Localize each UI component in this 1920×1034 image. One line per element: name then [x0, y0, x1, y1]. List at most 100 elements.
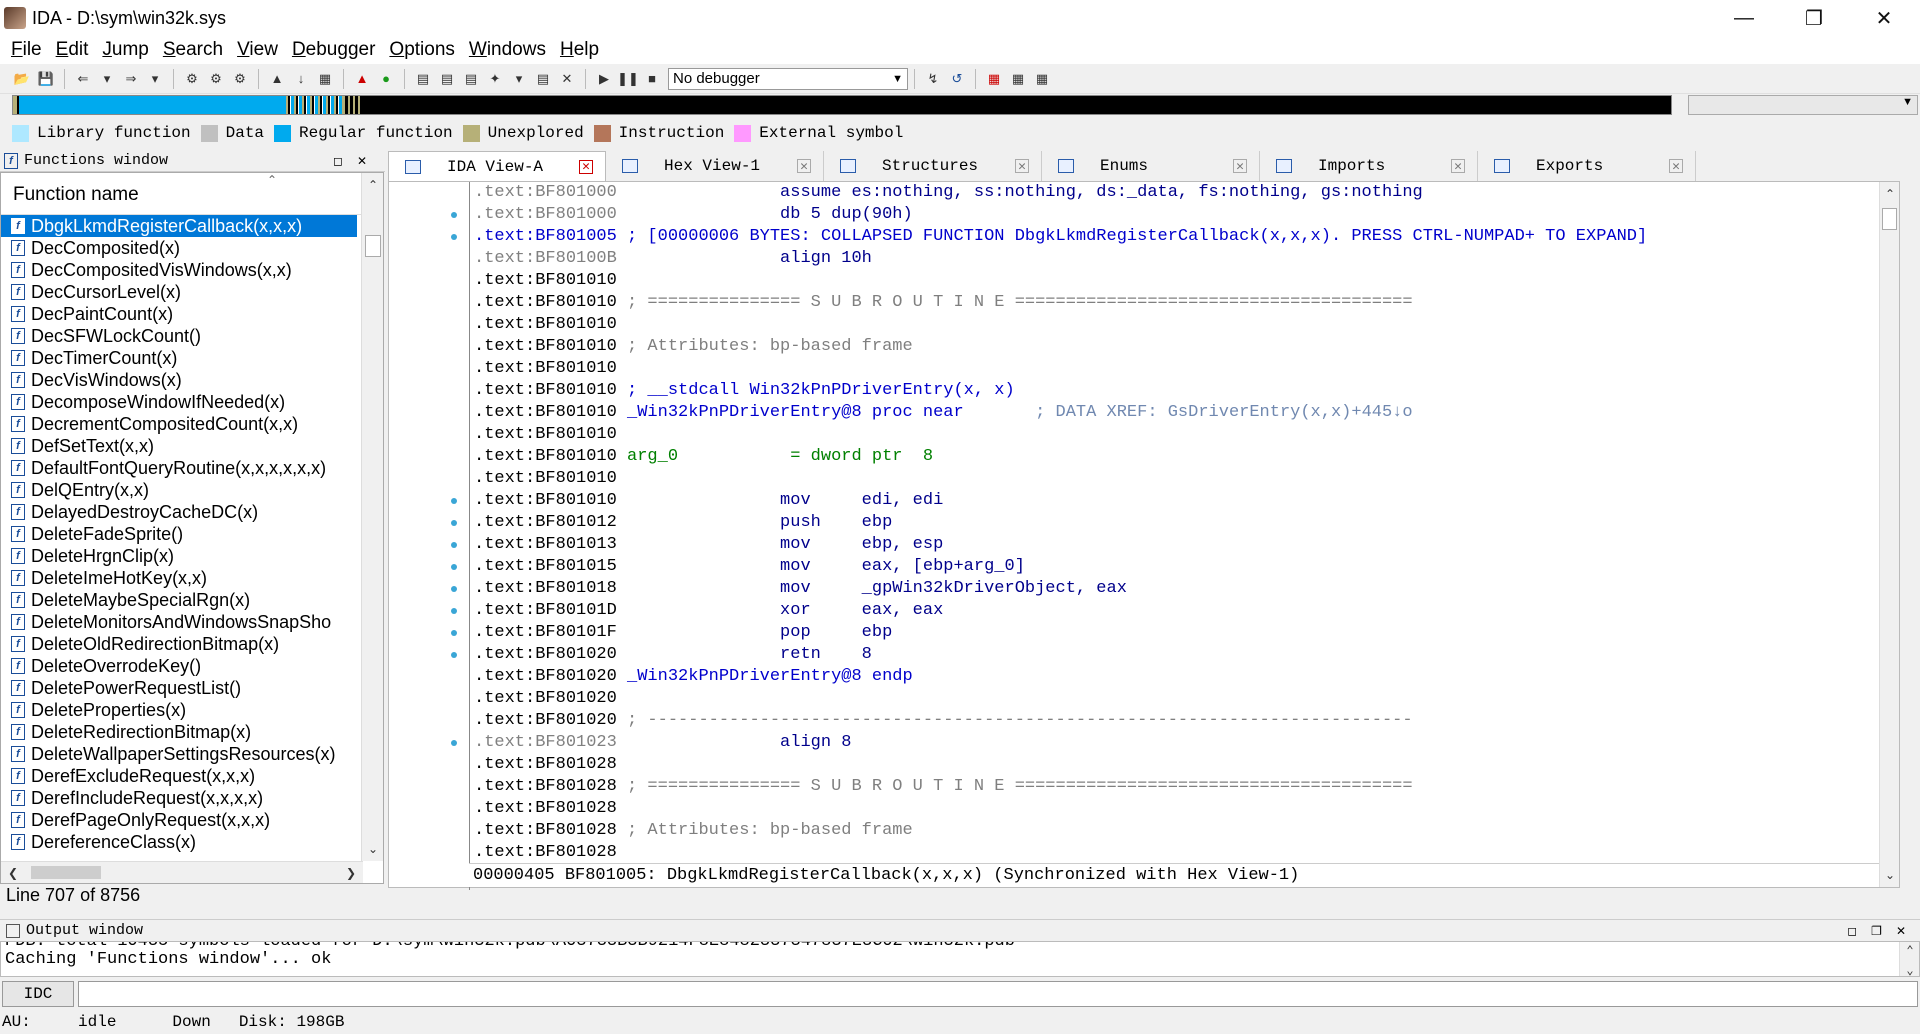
- nav-band-dropdown[interactable]: ▼: [1688, 95, 1918, 115]
- scrollbar-thumb[interactable]: [31, 866, 101, 879]
- disasm-line[interactable]: .text:BF801010: [470, 424, 1869, 446]
- tab-hex-view-1[interactable]: Hex View-1 ✕: [606, 151, 824, 181]
- function-name-column-header[interactable]: Function name ⌃: [1, 173, 383, 215]
- disasm-line[interactable]: .text:BF801012 push ebp: [470, 512, 1869, 534]
- search-immediate-icon[interactable]: ⚙: [231, 70, 249, 88]
- play-icon[interactable]: ▶: [595, 70, 613, 88]
- disasm-line[interactable]: .text:BF801000 assume es:nothing, ss:not…: [470, 182, 1869, 204]
- idc-language-button[interactable]: IDC: [2, 981, 74, 1007]
- tab-exports[interactable]: Exports ✕: [1478, 151, 1696, 181]
- disasm-line[interactable]: .text:BF801010 mov edi, edi: [470, 490, 1869, 512]
- disasm-line[interactable]: .text:BF801010 _Win32kPnPDriverEntry@8 p…: [470, 402, 1869, 424]
- function-row[interactable]: f DerefIncludeRequest(x,x,x,x): [1, 787, 357, 809]
- function-row[interactable]: f DeleteImeHotKey(x,x): [1, 567, 357, 589]
- function-row-selected[interactable]: f DbgkLkmdRegisterCallback(x,x,x): [1, 215, 357, 237]
- disasm-line[interactable]: .text:BF801010 ; __stdcall Win32kPnPDriv…: [470, 380, 1869, 402]
- disasm-line[interactable]: .text:BF801010 ; =============== S U B R…: [470, 292, 1869, 314]
- restore-button[interactable]: ❐: [1784, 0, 1844, 36]
- code-icon[interactable]: ▤: [414, 70, 432, 88]
- disasm-line[interactable]: .text:BF801010 ; Attributes: bp-based fr…: [470, 336, 1869, 358]
- close-window-button[interactable]: ✕: [1854, 0, 1914, 36]
- disasm-line[interactable]: .text:BF801010: [470, 270, 1869, 292]
- search-text-icon[interactable]: ⚙: [207, 70, 225, 88]
- scrollbar-thumb[interactable]: [365, 235, 381, 257]
- function-row[interactable]: f DecVisWindows(x): [1, 369, 357, 391]
- menu-view[interactable]: View: [230, 39, 285, 61]
- debugger-select[interactable]: No debugger ▼: [668, 67, 908, 90]
- array-icon[interactable]: ✦: [486, 70, 504, 88]
- stop-icon[interactable]: ■: [643, 70, 661, 88]
- disasm-line[interactable]: .text:BF801010: [470, 314, 1869, 336]
- function-row[interactable]: f DecrementCompositedCount(x,x): [1, 413, 357, 435]
- disasm-line[interactable]: .text:BF801020 ; -----------------------…: [470, 710, 1869, 732]
- disasm-line[interactable]: .text:BF801015 mov eax, [ebp+arg_0]: [470, 556, 1869, 578]
- function-row[interactable]: f DecComposited(x): [1, 237, 357, 259]
- close-tab-icon[interactable]: ✕: [797, 159, 811, 174]
- disasm-line[interactable]: .text:BF80100B align 10h: [470, 248, 1869, 270]
- undefine-icon[interactable]: ▤: [534, 70, 552, 88]
- close-tab-icon[interactable]: ✕: [1233, 159, 1247, 174]
- disasm-line[interactable]: .text:BF801023 align 8: [470, 732, 1869, 754]
- trace-icon[interactable]: ▦: [1033, 70, 1051, 88]
- function-row[interactable]: f DeleteHrgnClip(x): [1, 545, 357, 567]
- function-row[interactable]: f DefaultFontQueryRoutine(x,x,x,x,x,x): [1, 457, 357, 479]
- function-row[interactable]: f DereferenceClass(x): [1, 831, 357, 853]
- close-pane-icon[interactable]: ✕: [1896, 924, 1906, 938]
- tab-structures[interactable]: Structures ✕: [824, 151, 1042, 181]
- function-row[interactable]: f DerefExcludeRequest(x,x,x): [1, 765, 357, 787]
- function-row[interactable]: f DeleteMaybeSpecialRgn(x): [1, 589, 357, 611]
- function-row[interactable]: f DecCursorLevel(x): [1, 281, 357, 303]
- functions-vertical-scrollbar[interactable]: ⌃ ⌄: [361, 173, 383, 861]
- disasm-line[interactable]: .text:BF801018 mov _gpWin32kDriverObject…: [470, 578, 1869, 600]
- chevron-down-icon[interactable]: ▾: [98, 70, 116, 88]
- menu-windows[interactable]: Windows: [462, 39, 553, 61]
- function-row[interactable]: f DecomposeWindowIfNeeded(x): [1, 391, 357, 413]
- function-row[interactable]: f DerefPageOnlyRequest(x,x,x): [1, 809, 357, 831]
- menu-file[interactable]: File: [4, 39, 49, 61]
- data-icon[interactable]: ▤: [438, 70, 456, 88]
- menu-options[interactable]: Options: [382, 39, 461, 61]
- disasm-line[interactable]: .text:BF801028: [470, 798, 1869, 820]
- function-row[interactable]: f DelayedDestroyCacheDC(x): [1, 501, 357, 523]
- float-pane-icon[interactable]: ◻: [1847, 924, 1857, 938]
- disasm-line[interactable]: .text:BF80101F pop ebp: [470, 622, 1869, 644]
- function-row[interactable]: f DeleteOverrodeKey(): [1, 655, 357, 677]
- tab-enums[interactable]: Enums ✕: [1042, 151, 1260, 181]
- function-row[interactable]: f DecCompositedVisWindows(x,x): [1, 259, 357, 281]
- functions-horizontal-scrollbar[interactable]: ❮ ❯: [1, 861, 363, 883]
- function-row[interactable]: f DecTimerCount(x): [1, 347, 357, 369]
- step-over-icon[interactable]: ↺: [948, 70, 966, 88]
- close-pane-icon[interactable]: ✕: [357, 154, 367, 168]
- ida-view-a[interactable]: .text:BF801000 assume es:nothing, ss:not…: [388, 181, 1900, 890]
- disasm-line[interactable]: .text:BF801010 arg_0 = dword ptr 8: [470, 446, 1869, 468]
- scroll-down-icon[interactable]: ⌄: [363, 839, 383, 859]
- disasm-line[interactable]: .text:BF801010: [470, 358, 1869, 380]
- forward-arrow-icon[interactable]: ⇒: [122, 70, 140, 88]
- float-pane-icon[interactable]: ◻: [333, 154, 343, 168]
- scroll-down-icon[interactable]: ⌄: [1900, 962, 1919, 977]
- watch-icon[interactable]: ▦: [1009, 70, 1027, 88]
- search-binary-icon[interactable]: ⚙: [183, 70, 201, 88]
- disasm-line[interactable]: .text:BF801020: [470, 688, 1869, 710]
- disasm-line[interactable]: .text:BF80101D xor eax, eax: [470, 600, 1869, 622]
- minimize-button[interactable]: —: [1714, 0, 1774, 36]
- chevron-down-icon[interactable]: ▾: [510, 70, 528, 88]
- chevron-down-icon[interactable]: ▾: [146, 70, 164, 88]
- tab-imports[interactable]: Imports ✕: [1260, 151, 1478, 181]
- menu-edit[interactable]: Edit: [49, 39, 96, 61]
- menu-jump[interactable]: Jump: [95, 39, 155, 61]
- scroll-up-icon[interactable]: ⌃: [1880, 184, 1900, 204]
- menu-debugger[interactable]: Debugger: [285, 39, 382, 61]
- close-tab-icon[interactable]: ✕: [1015, 159, 1029, 174]
- pause-icon[interactable]: ❚❚: [617, 70, 639, 88]
- green-circle-icon[interactable]: ●: [377, 70, 395, 88]
- maximize-pane-icon[interactable]: ❐: [1871, 924, 1882, 938]
- menu-search[interactable]: Search: [156, 39, 230, 61]
- function-row[interactable]: f DecPaintCount(x): [1, 303, 357, 325]
- disasm-line[interactable]: .text:BF801000 db 5 dup(90h): [470, 204, 1869, 226]
- function-row[interactable]: f DeleteRedirectionBitmap(x): [1, 721, 357, 743]
- open-file-icon[interactable]: 📂: [13, 70, 31, 88]
- scroll-down-icon[interactable]: ⌄: [1880, 865, 1900, 885]
- function-row[interactable]: f DeleteWallpaperSettingsResources(x): [1, 743, 357, 765]
- command-input[interactable]: [78, 981, 1918, 1007]
